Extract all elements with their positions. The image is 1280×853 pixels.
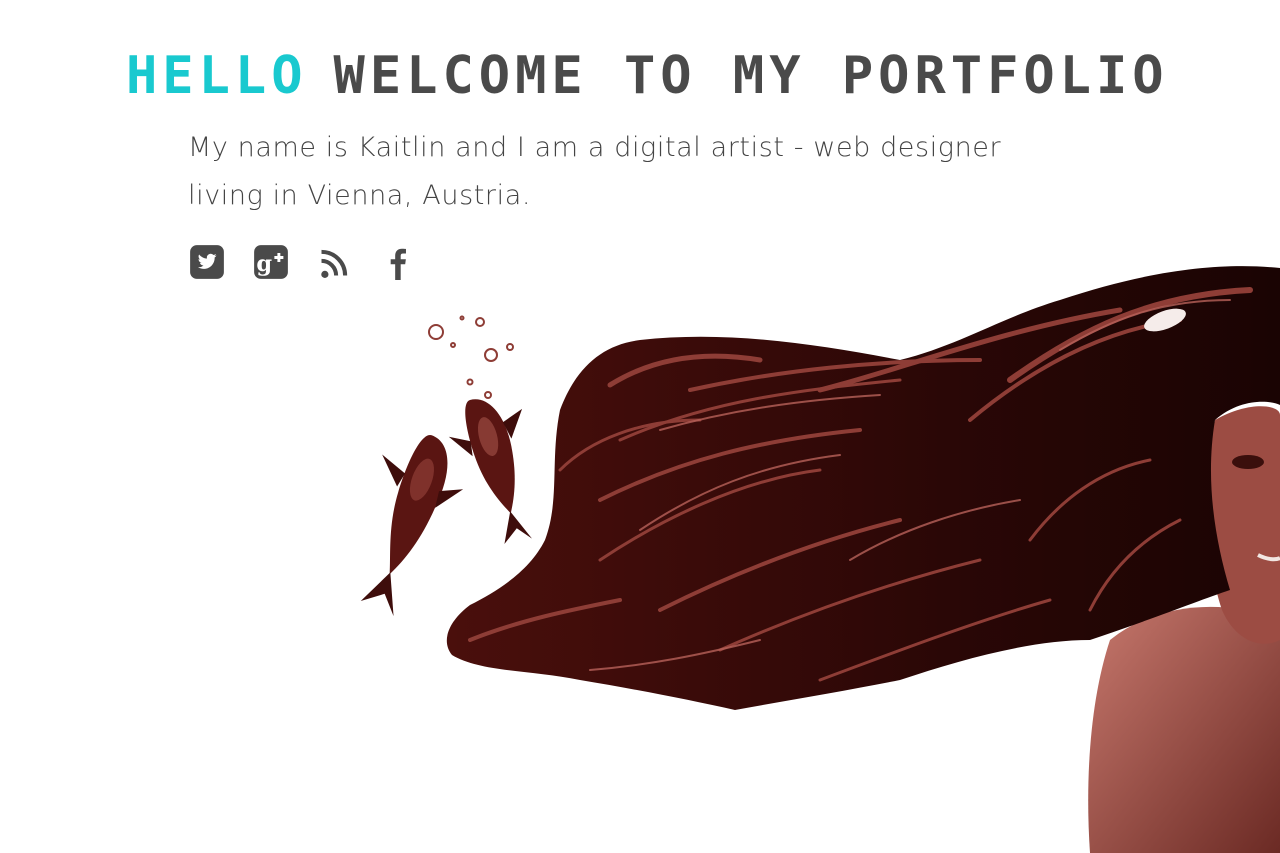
headline-title: WELCOME TO MY PORTFOLIO — [333, 46, 1169, 106]
hair-strands — [468, 287, 1253, 682]
rss-icon — [321, 249, 348, 278]
eye-shape — [1232, 455, 1264, 469]
twitter-icon — [190, 245, 224, 279]
page-headline: HELLO WELCOME TO MY PORTFOLIO — [126, 46, 1169, 106]
face-shape — [1206, 406, 1280, 644]
shoulder-shape — [1088, 606, 1280, 853]
mouth-shape — [1257, 553, 1280, 562]
koi-fish-left — [360, 435, 464, 617]
twitter-link[interactable] — [189, 243, 225, 281]
intro-text: My name is Kaitlin and I am a digital ar… — [188, 132, 1002, 211]
hair-mass — [446, 266, 1280, 710]
facebook-icon — [390, 248, 406, 280]
rss-link[interactable] — [317, 243, 353, 281]
bubbles — [428, 315, 514, 399]
facebook-link[interactable] — [381, 243, 417, 281]
portfolio-page: HELLO WELCOME TO MY PORTFOLIO My name is … — [0, 0, 1280, 853]
google-plus-icon: g — [254, 245, 288, 279]
google-plus-link[interactable]: g — [253, 243, 289, 281]
social-links: g — [189, 243, 417, 281]
svg-text:g: g — [256, 251, 272, 277]
koi-fish-right — [448, 399, 533, 544]
headline-accent: HELLO — [126, 46, 308, 106]
